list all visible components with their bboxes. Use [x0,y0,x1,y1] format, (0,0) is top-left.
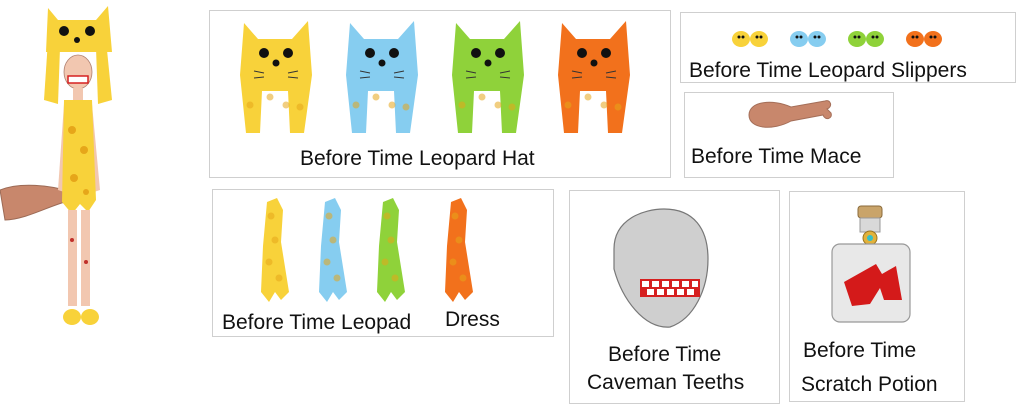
scratch-potion-label-line1: Before Time [803,339,917,362]
mace-icon [748,100,832,128]
scratch-potion-label-line2: Scratch Potion [801,373,938,396]
caveman-teeth-panel[interactable]: Before Time Caveman Teeths [569,190,780,404]
slipper-variant [790,31,826,47]
hat-variant [240,21,312,133]
dress-variant [319,198,347,302]
mace-label: Before Time Mace [691,145,862,168]
hat-variant [346,21,418,133]
leopard-slippers-panel[interactable]: Before Time Leopard Slippers [680,12,1016,83]
dress-variant [377,198,405,302]
slipper-variant [848,31,884,47]
leopard-dress-label-part2: Dress [445,308,500,331]
leopard-hat-icon [240,21,630,133]
hat-variant [558,21,630,133]
caveman-teeth-label-line1: Before Time [608,343,722,366]
hat-variant [452,21,524,133]
character-preview [0,6,112,325]
caveman-teeth-label-line2: Caveman Teeths [587,371,745,394]
leopard-dress-label-part1: Before Time Leopad [222,311,412,334]
scratch-potion-icon [831,205,911,323]
dress-variant [445,198,473,302]
leopard-hat-label: Before Time Leopard Hat [300,147,535,170]
mace-panel[interactable]: Before Time Mace [684,92,894,178]
leopard-dress-panel[interactable]: Before Time Leopad Dress [212,189,554,337]
leopard-dress-icon [261,198,473,302]
caveman-teeth-icon [613,208,709,328]
dress-variant [261,198,289,302]
leopard-hat-panel[interactable]: Before Time Leopard Hat [209,10,671,178]
leopard-slippers-label: Before Time Leopard Slippers [689,59,967,82]
leopard-slippers-icon [732,31,942,47]
scratch-potion-panel[interactable]: Before Time Scratch Potion [789,191,965,402]
slipper-variant [906,31,942,47]
slipper-variant [732,31,768,47]
